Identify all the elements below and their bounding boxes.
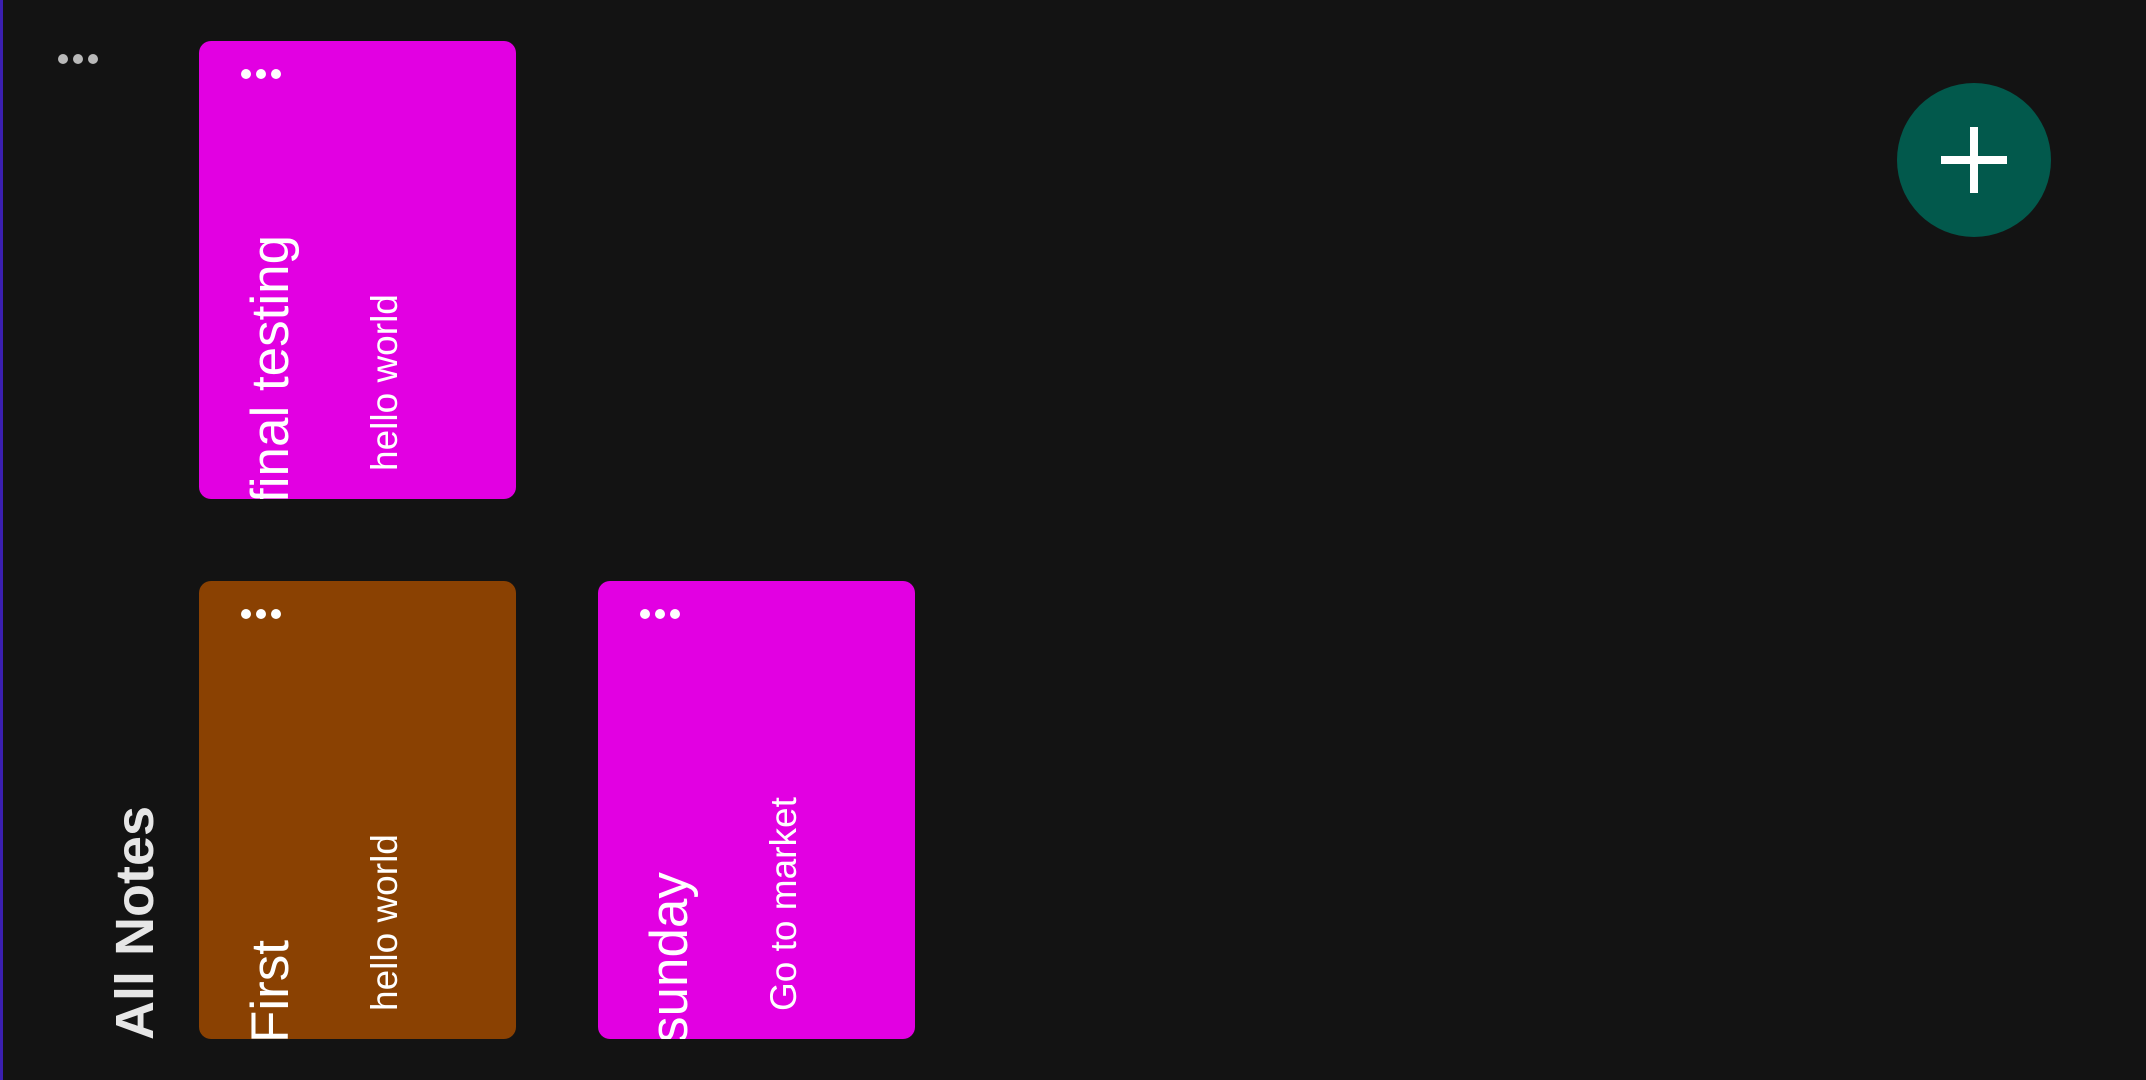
- note-title: final testing: [241, 234, 300, 499]
- note-title: sunday: [640, 872, 699, 1039]
- dot: [670, 609, 680, 619]
- note-body: hello world: [364, 294, 405, 471]
- window-edge: [0, 0, 3, 1080]
- add-note-button[interactable]: [1897, 83, 2051, 237]
- note-options-icon[interactable]: [640, 609, 680, 619]
- more-options-icon[interactable]: [58, 54, 98, 64]
- note-title: First: [241, 939, 300, 1039]
- dot: [271, 609, 281, 619]
- note-body: hello world: [364, 834, 405, 1011]
- dot: [58, 54, 68, 64]
- note-body: Go to market: [763, 797, 804, 1011]
- dot: [88, 54, 98, 64]
- note-options-icon[interactable]: [241, 69, 281, 79]
- dot: [241, 69, 251, 79]
- note-card[interactable]: final testing hello world: [199, 41, 516, 499]
- dot: [640, 609, 650, 619]
- dot: [256, 69, 266, 79]
- app-root: All Notes final testing hello world Firs…: [0, 0, 2146, 1080]
- note-card[interactable]: sunday Go to market: [598, 581, 915, 1039]
- page-title: All Notes: [105, 805, 165, 1040]
- dot: [73, 54, 83, 64]
- dot: [241, 609, 251, 619]
- dot: [655, 609, 665, 619]
- dot: [256, 609, 266, 619]
- dot: [271, 69, 281, 79]
- note-card[interactable]: First hello world: [199, 581, 516, 1039]
- note-options-icon[interactable]: [241, 609, 281, 619]
